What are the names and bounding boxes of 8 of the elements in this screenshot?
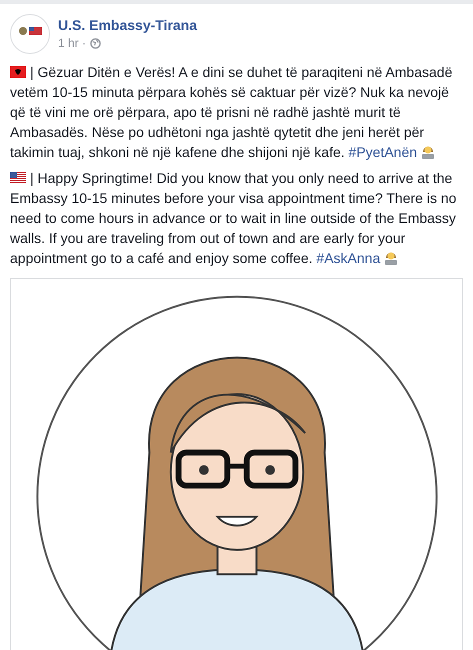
hashtag-link[interactable]: #PyetAnën <box>348 144 418 160</box>
post-text: | Happy Springtime! Did you know that you only need to arrive at the Embassy 10-15 minutes before your visa appointment time? There is no need to come hours in advance or to wait in line outside of the Embassy walls. If you are traveling from out of town and are early for your appointment go to a café and enjoy some coffee. #AskAnna <box>10 169 458 268</box>
page-name-link[interactable]: U.S. Embassy-Tirana <box>58 16 198 34</box>
profile-avatar[interactable] <box>10 14 50 54</box>
post-text: | Gëzuar Ditën e Verës! A e dini se duhet të paraqiteni në Ambasadë vetëm 10-15 minuta përpara kohës së caktuar për vizë? Nuk ka nevojë që të vini me orë përpara, apo të prisni në radhë jashtë murit të Ambasadës. Nëse po udhëtoni nga jashtë qytetit dhe jeni herët për takimin tuaj, shkoni në një kafene dhe shijoni një kafe. #PyetAnën <box>10 63 454 162</box>
flag-icon <box>10 66 26 78</box>
flag-icon <box>10 172 26 184</box>
hashtag-link[interactable]: #AskAnna <box>316 250 380 266</box>
